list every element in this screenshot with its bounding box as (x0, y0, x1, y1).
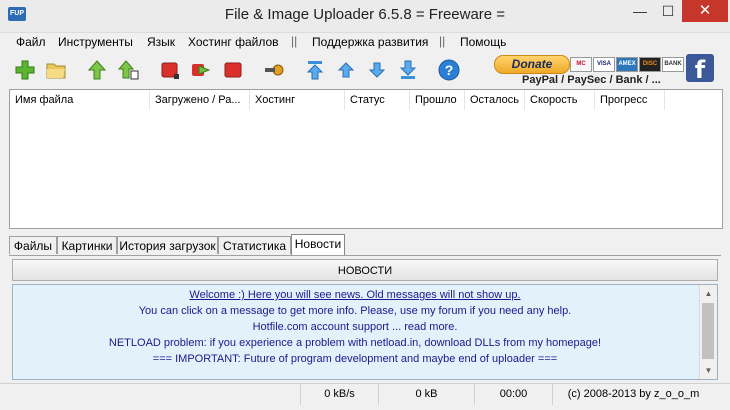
add-icon[interactable] (13, 58, 37, 82)
news-item[interactable]: Hotfile.com account support ... read mor… (13, 321, 697, 333)
close-button[interactable]: ✕ (682, 0, 728, 22)
column-header-remaining[interactable]: Осталось (465, 90, 525, 110)
menu-bar: Файл Инструменты Язык Хостинг файлов || … (0, 33, 730, 51)
title-bar: FUP File & Image Uploader 6.5.8 = Freewa… (0, 0, 730, 33)
menu-separator: || (439, 34, 446, 48)
menu-file-hosting[interactable]: Хостинг файлов (188, 35, 279, 49)
help-icon[interactable]: ? (437, 58, 461, 82)
news-item[interactable]: You can click on a message to get more i… (13, 305, 697, 317)
open-folder-icon[interactable] (44, 58, 68, 82)
svg-text:?: ? (445, 62, 454, 78)
menu-support[interactable]: Поддержка развития (312, 35, 428, 49)
menu-help[interactable]: Помощь (460, 35, 506, 49)
column-header-progress[interactable]: Прогресс (595, 90, 665, 110)
move-bottom-icon[interactable] (396, 58, 420, 82)
status-speed: 0 kB/s (300, 384, 378, 405)
column-header-speed[interactable]: Скорость (525, 90, 595, 110)
move-top-icon[interactable] (303, 58, 327, 82)
column-header-hosting[interactable]: Хостинг (250, 90, 345, 110)
tab-news[interactable]: Новости (291, 234, 345, 255)
column-header-filename[interactable]: Имя файла (10, 90, 150, 110)
minimize-button[interactable]: — (626, 0, 654, 22)
news-list[interactable]: Welcome :) Here you will see news. Old m… (12, 284, 718, 380)
news-item[interactable]: === IMPORTANT: Future of program develop… (13, 353, 697, 365)
menu-file[interactable]: Файл (16, 35, 46, 49)
news-item[interactable]: NETLOAD problem: if you experience a pro… (13, 337, 697, 349)
transfer-icon[interactable] (189, 58, 213, 82)
menu-separator: || (291, 34, 298, 48)
facebook-icon[interactable]: f (686, 54, 714, 84)
move-up-icon[interactable] (334, 58, 358, 82)
donate-button[interactable]: Donate (494, 55, 570, 74)
upload-icon[interactable] (85, 58, 109, 82)
status-size: 0 kB (378, 384, 474, 405)
tab-divider (9, 255, 721, 256)
bank-icon[interactable]: BANK (662, 57, 684, 72)
tab-statistics[interactable]: Статистика (218, 236, 291, 254)
status-bar: 0 kB/s 0 kB 00:00 (c) 2008-2013 by z_o_o… (0, 383, 730, 406)
scroll-down-icon[interactable]: ▼ (700, 362, 717, 379)
news-item[interactable]: Welcome :) Here you will see news. Old m… (13, 289, 697, 301)
menu-language[interactable]: Язык (147, 35, 175, 49)
tab-upload-history[interactable]: История загрузок (117, 236, 218, 254)
discover-icon[interactable]: DISC (639, 57, 661, 72)
amex-icon[interactable]: AMEX (616, 57, 638, 72)
column-header-uploaded[interactable]: Загружено / Ра... (150, 90, 250, 110)
visa-icon[interactable]: VISA (593, 57, 615, 72)
scroll-thumb[interactable] (702, 303, 714, 359)
status-copyright: (c) 2008-2013 by z_o_o_m (552, 384, 714, 405)
news-header-button[interactable]: НОВОСТИ (12, 259, 718, 281)
tab-files[interactable]: Файлы (9, 236, 57, 254)
maximize-button[interactable]: ☐ (654, 0, 682, 22)
news-scrollbar[interactable]: ▲ ▼ (699, 285, 717, 379)
payment-methods-text: PayPal / PaySec / Bank / ... (522, 74, 661, 86)
status-time: 00:00 (474, 384, 552, 405)
upload-all-icon[interactable] (116, 58, 140, 82)
tab-images[interactable]: Картинки (57, 236, 117, 254)
scroll-up-icon[interactable]: ▲ (700, 285, 717, 302)
menu-tools[interactable]: Инструменты (58, 35, 133, 49)
mastercard-icon[interactable]: MC (570, 57, 592, 72)
move-down-icon[interactable] (365, 58, 389, 82)
window-title: File & Image Uploader 6.5.8 = Freeware = (224, 6, 506, 23)
column-header-elapsed[interactable]: Прошло (410, 90, 465, 110)
column-header-status[interactable]: Статус (345, 90, 410, 110)
key-icon[interactable] (262, 58, 286, 82)
file-list[interactable]: Имя файла Загружено / Ра... Хостинг Стат… (9, 89, 723, 229)
stop-icon[interactable] (158, 58, 182, 82)
stop-all-icon[interactable] (221, 58, 245, 82)
